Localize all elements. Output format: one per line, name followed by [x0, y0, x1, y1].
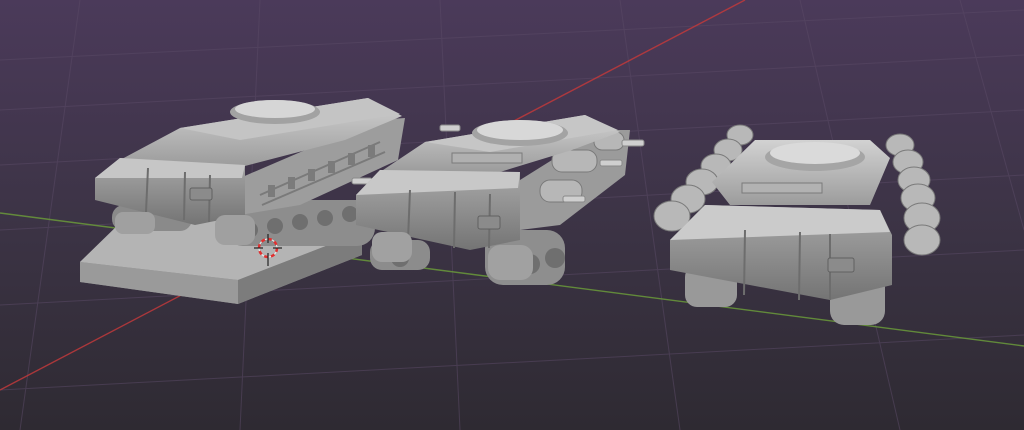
3d-viewport[interactable] — [0, 0, 1024, 430]
viewport-canvas[interactable] — [0, 0, 1024, 430]
